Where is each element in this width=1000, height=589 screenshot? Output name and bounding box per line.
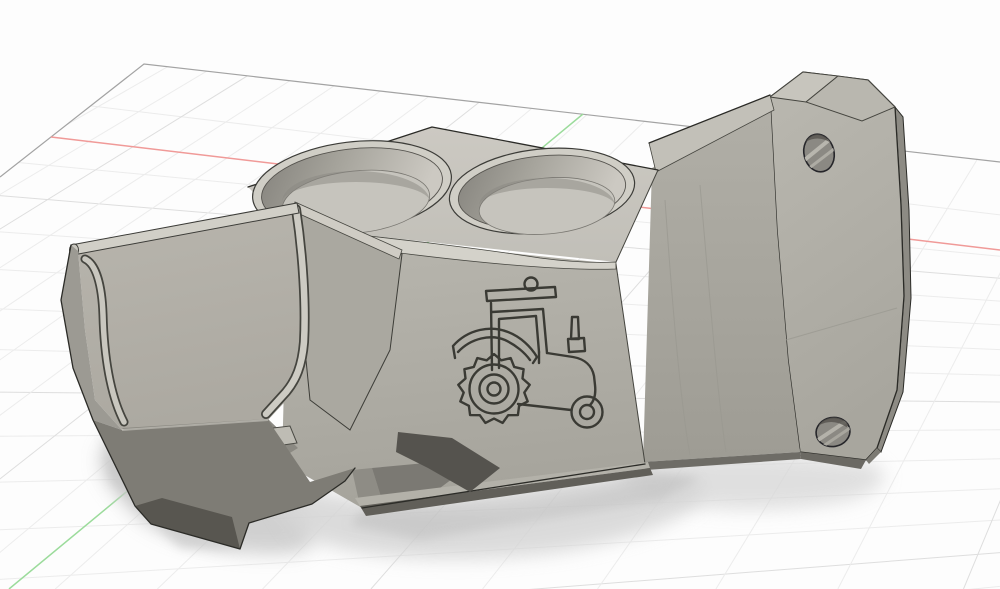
cad-viewport[interactable] bbox=[0, 0, 1000, 589]
viewport-canvas[interactable] bbox=[0, 0, 1000, 589]
